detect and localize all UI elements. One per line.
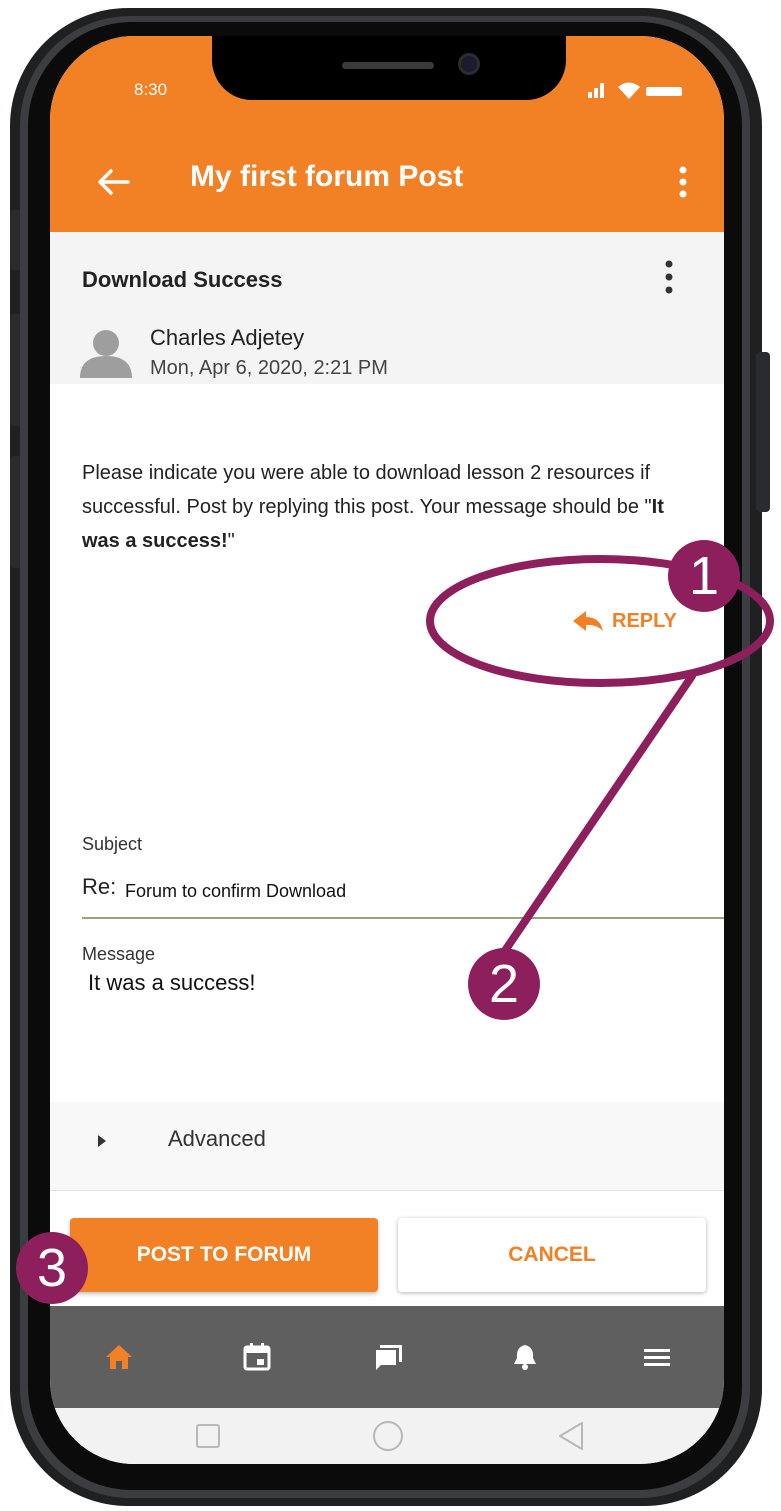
annotation-badge-1: 1 [668,540,740,612]
post-body-text: Please indicate you were able to downloa… [82,462,652,518]
phone-screen: 8:30 My first forum Post Download Succes… [50,36,724,1464]
overflow-menu-icon[interactable] [678,166,688,198]
subject-input-underline [82,917,724,919]
back-nav-icon[interactable] [556,1420,586,1452]
bell-icon[interactable] [510,1342,540,1372]
status-time: 8:30 [134,80,168,99]
post-options-icon[interactable] [664,260,674,294]
forum-icon[interactable] [374,1342,404,1372]
cancel-button[interactable]: CANCEL [398,1218,706,1292]
author-name: Charles Adjetey [150,325,305,350]
message-input[interactable]: It was a success! [88,970,256,996]
avatar-icon [80,330,132,378]
reply-arrow-icon [573,611,603,631]
annotation-badge-3: 3 [16,1232,88,1304]
speaker-grill [342,62,434,69]
post-body: Please indicate you were able to downloa… [82,456,692,558]
post-to-forum-button[interactable]: POST TO FORUM [70,1218,378,1292]
post-body-quote-end: " [227,530,235,552]
subject-prefix: Re: [82,874,117,899]
message-label: Message [82,944,156,964]
battery-icon [646,87,682,96]
advanced-label: Advanced [168,1126,266,1151]
phone-power-button [756,352,770,512]
front-camera [458,53,480,75]
menu-icon[interactable] [642,1342,672,1372]
back-arrow-icon[interactable] [96,168,130,196]
signal-icon [588,83,604,98]
reply-label: REPLY [612,609,677,632]
status-icons [588,82,682,99]
reply-button[interactable]: REPLY [572,606,692,636]
home-nav-icon[interactable] [372,1420,404,1452]
subject-label: Subject [82,834,143,854]
wifi-icon [618,82,640,99]
subject-input[interactable]: Forum to confirm Download [125,881,346,902]
post-title: Download Success [82,267,283,292]
phone-notch [212,36,566,100]
annotation-badge-2: 2 [468,948,540,1020]
recents-icon[interactable] [194,1422,222,1450]
post-date: Mon, Apr 6, 2020, 2:21 PM [150,357,388,379]
calendar-icon[interactable] [242,1342,272,1372]
app-bar-title: My first forum Post [190,160,464,193]
caret-right-icon [98,1135,106,1147]
advanced-toggle[interactable] [50,1102,724,1191]
home-icon[interactable] [104,1342,134,1372]
